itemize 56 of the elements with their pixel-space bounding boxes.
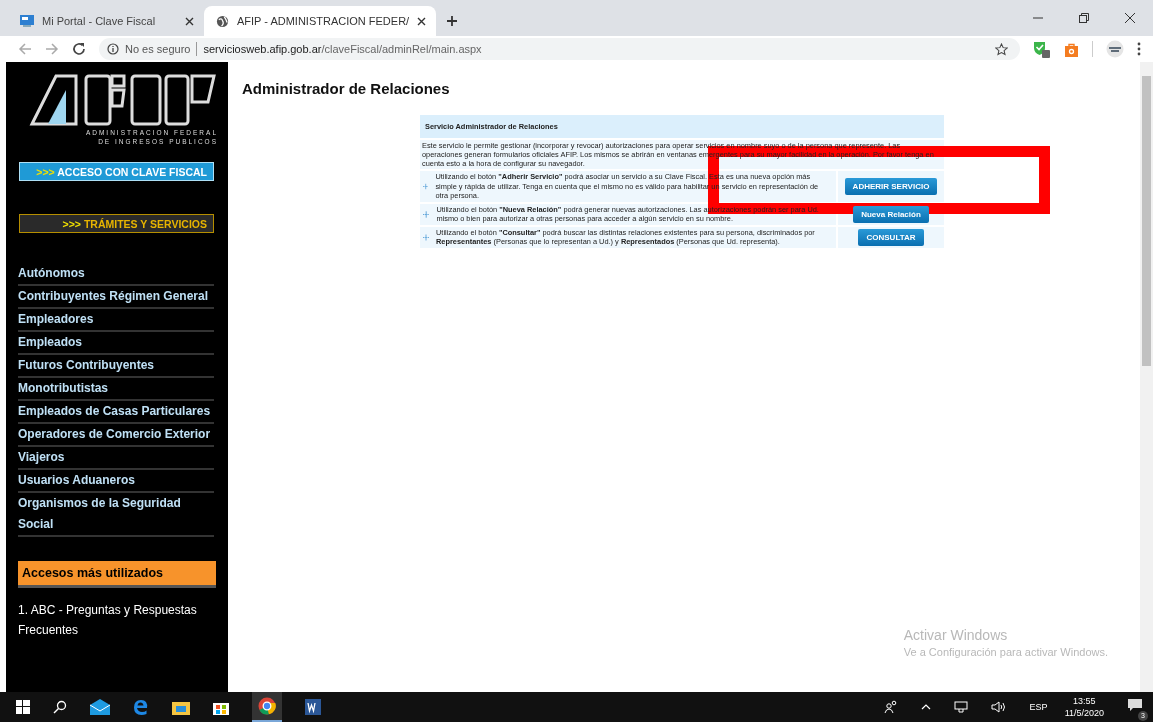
close-tab-icon[interactable] bbox=[185, 16, 194, 26]
sidebar-link[interactable]: 1. ABC - Preguntas y Respuestas Frecuentes bbox=[18, 600, 220, 640]
menu-icon[interactable] bbox=[1137, 42, 1141, 56]
bullet-icon bbox=[423, 208, 430, 220]
close-tab-icon[interactable] bbox=[417, 16, 427, 26]
bullet-icon bbox=[423, 231, 429, 243]
reload-icon[interactable] bbox=[72, 42, 86, 56]
sidebar-link[interactable]: Organismos de la Seguridad Social bbox=[18, 493, 214, 537]
sidebar-link[interactable]: Monotributistas bbox=[18, 378, 214, 401]
services-button[interactable]: >>> TRÁMITES Y SERVICIOS bbox=[19, 214, 214, 233]
restore-icon[interactable] bbox=[1078, 12, 1090, 24]
globe-icon bbox=[216, 14, 229, 28]
new-tab-icon[interactable] bbox=[446, 15, 459, 27]
search-icon[interactable] bbox=[53, 700, 67, 714]
sidebar-link[interactable]: Futuros Contribuyentes bbox=[18, 355, 214, 378]
mail-icon[interactable] bbox=[90, 699, 110, 715]
security-label: No es seguro bbox=[125, 43, 191, 55]
action-button[interactable]: CONSULTAR bbox=[858, 228, 924, 246]
sidebar-link[interactable]: Empleadores bbox=[18, 309, 214, 332]
sidebar-link[interactable]: Operadores de Comercio Exterior bbox=[18, 424, 214, 447]
logo-mark-icon bbox=[28, 72, 218, 128]
shopping-bag-icon[interactable] bbox=[1064, 41, 1079, 57]
sidebar-link[interactable]: Viajeros bbox=[18, 447, 214, 470]
clock[interactable]: 13:55 11/5/2020 bbox=[1064, 696, 1104, 718]
section-header: Accesos más utilizados bbox=[18, 561, 216, 588]
info-icon bbox=[107, 43, 119, 55]
scrollbar[interactable] bbox=[1140, 62, 1153, 692]
activation-message: Ve a Configuración para activar Windows. bbox=[903, 646, 1108, 658]
sidebar-link[interactable]: Autónomos bbox=[18, 263, 214, 286]
activation-title: Activar Windows bbox=[903, 627, 1009, 643]
sidebar-link[interactable]: Empleados de Casas Particulares bbox=[18, 401, 214, 424]
language-indicator[interactable]: ESP bbox=[1029, 702, 1048, 712]
shield-extension-icon[interactable] bbox=[1033, 40, 1051, 58]
people-icon[interactable] bbox=[883, 700, 898, 714]
browser-tab[interactable]: AFIP - ADMINISTRACION FEDER/ bbox=[204, 6, 437, 36]
profile-avatar-icon[interactable] bbox=[1106, 40, 1124, 58]
portal-favicon-icon bbox=[20, 15, 34, 27]
windows-start-icon[interactable] bbox=[16, 700, 30, 714]
page-title: Administrador de Relaciones bbox=[242, 80, 451, 97]
sidebar-link[interactable]: Contribuyentes Régimen General bbox=[18, 286, 214, 309]
address-bar[interactable]: No es seguro serviciosweb.afip.gob.ar/claveFiscal/adminRel/main.aspx bbox=[99, 38, 1020, 60]
sidebar-link[interactable]: Usuarios Aduaneros bbox=[18, 470, 214, 493]
network-icon[interactable] bbox=[953, 701, 968, 713]
browser-tab[interactable]: Mi Portal - Clave Fiscal bbox=[8, 6, 204, 36]
speaker-icon[interactable] bbox=[990, 701, 1007, 713]
star-icon[interactable] bbox=[995, 42, 1008, 56]
edge-browser-icon[interactable] bbox=[133, 699, 149, 715]
sidebar-link[interactable]: Empleados bbox=[18, 332, 214, 355]
chrome-browser-icon[interactable] bbox=[258, 697, 276, 715]
close-icon[interactable] bbox=[1124, 12, 1136, 24]
url-text: serviciosweb.afip.gob.ar/claveFiscal/adminRel/main.aspx bbox=[203, 43, 482, 55]
action-button[interactable]: ADHERIR SERVICIO bbox=[844, 177, 938, 195]
word-document-icon[interactable] bbox=[305, 699, 321, 715]
caret-up-icon[interactable] bbox=[920, 704, 931, 710]
notification-icon[interactable] bbox=[1127, 698, 1143, 712]
folder-icon[interactable] bbox=[172, 699, 190, 715]
